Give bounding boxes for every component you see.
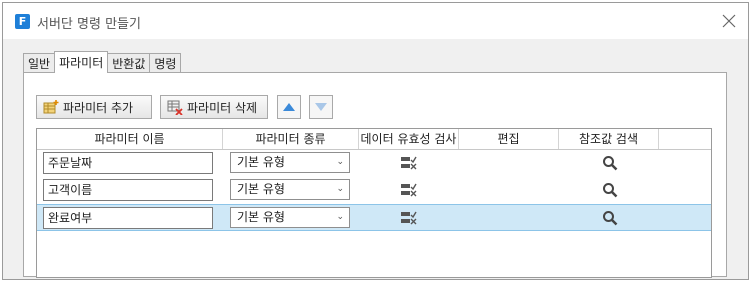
reference-search-icon[interactable] <box>602 182 618 198</box>
table-row[interactable]: 주문날짜 기본 유형 ⌄ <box>37 150 711 177</box>
column-header-validation[interactable]: 데이터 유효성 검사 <box>359 129 459 149</box>
title-bar: F 서버단 명령 만들기 <box>3 3 748 39</box>
chevron-down-icon: ⌄ <box>336 157 344 167</box>
table-row[interactable]: 고객이름 기본 유형 ⌄ <box>37 177 711 204</box>
column-header-type[interactable]: 파라미터 종류 <box>223 129 359 149</box>
parameter-type-select[interactable]: 기본 유형 ⌄ <box>230 207 350 228</box>
reference-search-icon[interactable] <box>602 210 618 226</box>
add-parameter-icon <box>43 100 59 114</box>
reference-search-icon[interactable] <box>602 155 618 171</box>
tab-general[interactable]: 일반 <box>23 53 56 73</box>
parameter-type-value: 기본 유형 <box>237 182 285 196</box>
chevron-down-icon: ⌄ <box>336 212 344 222</box>
parameter-grid: 파라미터 이름 파라미터 종류 데이터 유효성 검사 편집 참조값 검색 주문날… <box>36 128 712 278</box>
app-logo-icon: F <box>15 14 30 29</box>
move-up-button[interactable] <box>277 95 301 119</box>
arrow-up-icon <box>283 103 295 111</box>
column-header-name[interactable]: 파라미터 이름 <box>37 129 223 149</box>
parameter-name-field[interactable]: 고객이름 <box>43 179 213 201</box>
parameters-panel: 파라미터 추가 파라미터 삭제 파라미터 이름 파라미터 종류 데이터 유효성 … <box>23 72 727 278</box>
parameter-name-field[interactable]: 주문날짜 <box>43 152 213 174</box>
delete-parameter-button[interactable]: 파라미터 삭제 <box>160 95 268 119</box>
parameter-type-value: 기본 유형 <box>237 155 285 169</box>
add-parameter-label: 파라미터 추가 <box>63 100 134 115</box>
parameter-type-value: 기본 유형 <box>237 210 285 224</box>
parameter-type-select[interactable]: 기본 유형 ⌄ <box>230 179 350 200</box>
tab-return-value[interactable]: 반환값 <box>107 53 151 73</box>
move-down-button[interactable] <box>309 95 333 119</box>
data-validation-icon[interactable] <box>401 156 417 170</box>
delete-parameter-icon <box>167 100 183 115</box>
data-validation-icon[interactable] <box>401 211 417 225</box>
close-icon[interactable] <box>720 12 738 30</box>
table-row-selected[interactable]: 완료여부 기본 유형 ⌄ <box>37 204 711 231</box>
column-header-reference-search[interactable]: 참조값 검색 <box>559 129 659 149</box>
dialog-title: 서버단 명령 만들기 <box>37 17 141 32</box>
grid-header: 파라미터 이름 파라미터 종류 데이터 유효성 검사 편집 참조값 검색 <box>37 129 711 150</box>
parameter-type-select[interactable]: 기본 유형 ⌄ <box>230 152 350 173</box>
delete-parameter-label: 파라미터 삭제 <box>187 100 258 115</box>
arrow-down-icon <box>315 103 327 111</box>
tab-parameters[interactable]: 파라미터 <box>54 51 109 73</box>
chevron-down-icon: ⌄ <box>336 184 344 194</box>
column-header-edit[interactable]: 편집 <box>459 129 559 149</box>
tab-bar: 일반 파라미터 반환값 명령 <box>23 51 182 73</box>
tab-command[interactable]: 명령 <box>149 53 182 73</box>
dialog-window: F 서버단 명령 만들기 일반 파라미터 반환값 명령 파라미터 추가 파라미터… <box>2 2 749 280</box>
data-validation-icon[interactable] <box>401 183 417 197</box>
add-parameter-button[interactable]: 파라미터 추가 <box>36 95 152 119</box>
parameter-name-field[interactable]: 완료여부 <box>43 207 213 229</box>
